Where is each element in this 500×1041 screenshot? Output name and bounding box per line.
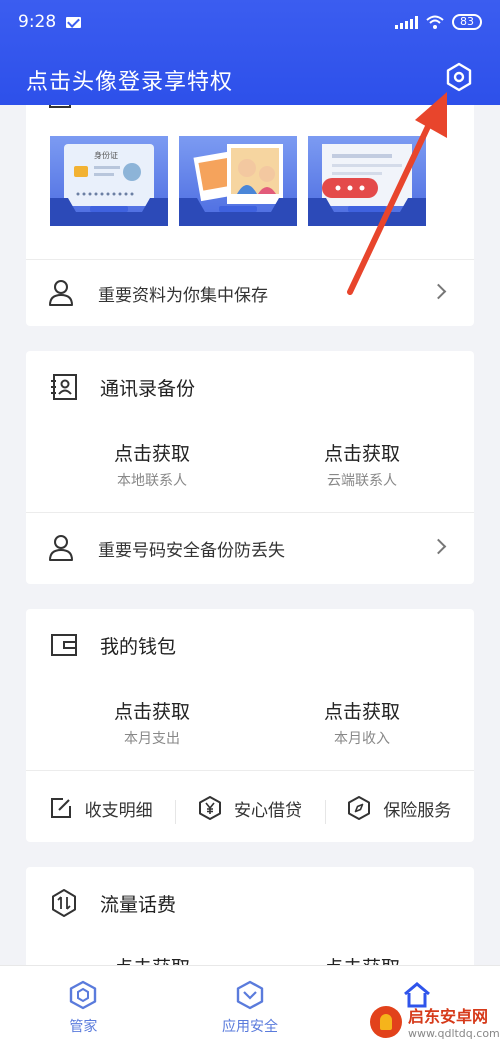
contacts-backup-link[interactable]: 重要号码安全备份防丢失: [26, 515, 474, 581]
action-label: 收支明细: [84, 800, 153, 821]
stat-caption: 云端联系人: [327, 473, 397, 489]
login-prompt-title[interactable]: 点击头像登录享特权: [26, 64, 233, 96]
photo-album-thumbnail[interactable]: [179, 136, 297, 226]
id-card-illustration: 身份证: [50, 144, 168, 226]
monthly-expense-stat[interactable]: 点击获取 本月支出: [52, 697, 252, 748]
id-card-thumbnail[interactable]: 身份证: [50, 136, 168, 226]
contacts-backup-title: 通讯录备份: [100, 377, 196, 400]
wallet-header[interactable]: 我的钱包: [50, 631, 176, 659]
stat-value: 点击获取: [323, 701, 400, 723]
chevron-right-icon: [430, 283, 447, 300]
income-expense-details-button[interactable]: 收支明细: [26, 796, 175, 821]
contacts-backup-card: 通讯录备份 点击获取 本地联系人 点击获取 云端联系人 重要号码安全备份防丢失: [26, 351, 474, 584]
cloud-contacts-stat[interactable]: 点击获取 云端联系人: [262, 439, 462, 490]
battery-indicator: 83: [452, 14, 482, 30]
yuan-hexagon-icon: [198, 796, 221, 820]
chat-document-thumbnail[interactable]: [308, 136, 426, 226]
main-content[interactable]: 身份证 重要资料为你集中保存 通讯录备份 点击获取 本地联系人 点击获取 云端联…: [0, 105, 500, 965]
contacts-backup-link-label: 重要号码安全备份防丢失: [98, 540, 285, 561]
chat-document-illustration: [308, 144, 426, 226]
hexagon-icon: [70, 980, 97, 1010]
wallet-icon: [51, 634, 77, 656]
wifi-icon: [426, 15, 444, 29]
data-and-bill-title: 流量话费: [100, 893, 177, 916]
stat-caption: 本地联系人: [117, 473, 187, 489]
data-and-bill-card: 流量话费 点击获取 点击获取: [26, 867, 474, 965]
stat-value: 点击获取: [52, 953, 252, 965]
chevron-right-icon: [430, 538, 447, 555]
tab-app-security[interactable]: 应用安全: [167, 966, 334, 1041]
stat-value: 点击获取: [323, 443, 400, 465]
watermark-logo-icon: [370, 1005, 402, 1038]
status-bar: 9:28 83: [18, 10, 482, 34]
action-label: 安心借贷: [233, 800, 302, 821]
person-icon: [49, 535, 73, 561]
wallet-actions: 收支明细 安心借贷 保险服务: [26, 775, 474, 841]
data-usage-stat[interactable]: 点击获取: [52, 953, 252, 965]
id-card-text: 身份证: [94, 150, 118, 160]
action-label: 保险服务: [383, 800, 452, 821]
phone-bill-stat[interactable]: 点击获取: [262, 953, 462, 965]
settings-icon[interactable]: [445, 62, 473, 92]
watermark-name: 启东安卓网: [408, 1007, 489, 1026]
stat-caption: 本月收入: [334, 731, 390, 747]
divider: [26, 770, 474, 771]
data-usage-icon: [52, 889, 76, 917]
insurance-service-button[interactable]: 保险服务: [324, 796, 474, 824]
status-time: 9:28: [18, 12, 57, 32]
folder-icon: [49, 105, 71, 108]
wallet-card: 我的钱包 点击获取 本月支出 点击获取 本月收入 收支明细 安心借贷 保险服务: [26, 609, 474, 842]
divider: [26, 512, 474, 513]
secure-loan-button[interactable]: 安心借贷: [175, 796, 324, 824]
saved-documents-label: 重要资料为你集中保存: [98, 285, 268, 306]
stat-value: 点击获取: [113, 443, 190, 465]
stat-value: 点击获取: [262, 953, 462, 965]
documents-card: 身份证 重要资料为你集中保存: [26, 105, 474, 326]
local-contacts-stat[interactable]: 点击获取 本地联系人: [52, 439, 252, 490]
tab-butler[interactable]: 管家: [0, 966, 167, 1041]
photo-album-illustration: [179, 144, 297, 226]
app-header: 9:28 83 点击头像登录享特权: [0, 0, 500, 105]
saved-documents-link[interactable]: 重要资料为你集中保存: [26, 260, 474, 326]
shield-icon: [236, 980, 264, 1010]
edit-icon: [50, 798, 71, 818]
compass-hexagon-icon: [348, 796, 371, 820]
contacts-backup-header[interactable]: 通讯录备份: [50, 373, 195, 401]
watermark-url: www.qdltdq.com: [408, 1027, 500, 1040]
signal-icon: [395, 15, 418, 29]
tab-label: 应用安全: [222, 1019, 278, 1035]
site-watermark: 启东安卓网 www.qdltdq.com: [370, 1003, 500, 1040]
mail-icon: [66, 16, 82, 28]
stat-caption: 本月支出: [124, 731, 180, 747]
stat-value: 点击获取: [113, 701, 190, 723]
tab-label: 管家: [69, 1019, 98, 1035]
contact-book-icon: [51, 374, 77, 400]
data-and-bill-header[interactable]: 流量话费: [50, 889, 176, 917]
wallet-title: 我的钱包: [100, 635, 177, 658]
person-icon: [49, 280, 73, 306]
monthly-income-stat[interactable]: 点击获取 本月收入: [262, 697, 462, 748]
